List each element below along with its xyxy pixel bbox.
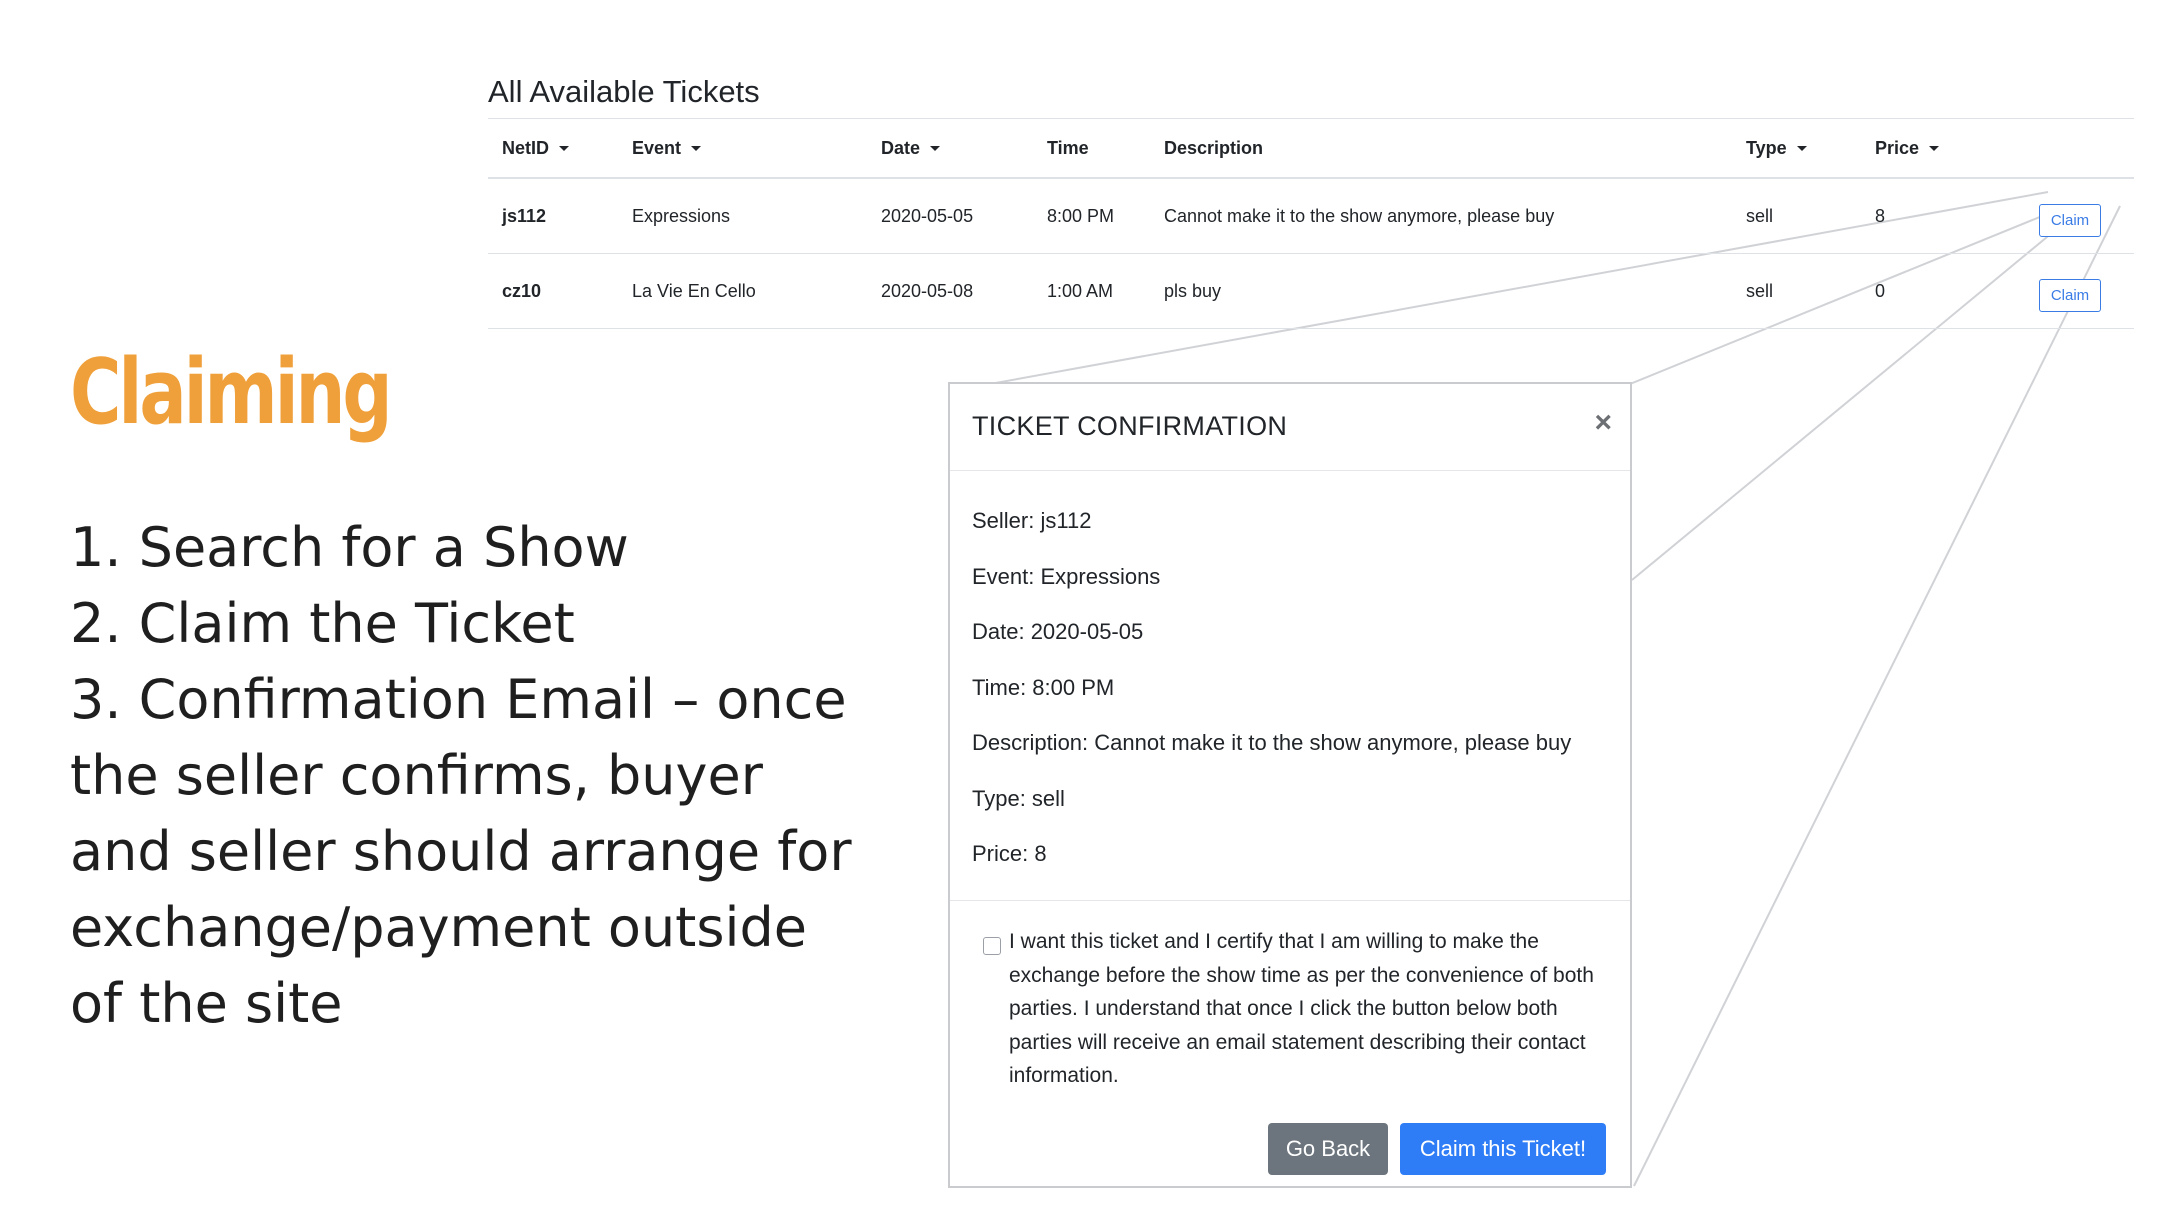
column-header-date[interactable]: Date [867,119,1033,179]
ticket-confirmation-modal: TICKET CONFIRMATION × Seller: js112 Even… [948,382,1632,1188]
modal-body: Seller: js112 Event: Expressions Date: 2… [950,471,1630,901]
cell-event: Expressions [618,178,867,254]
close-icon[interactable]: × [1594,408,1612,438]
sort-caret-icon [1929,146,1940,152]
cell-netid: js112 [488,178,618,254]
column-header-netid[interactable]: NetID [488,119,618,179]
tickets-title: All Available Tickets [488,66,2134,119]
sort-caret-icon [559,146,570,152]
modal-footer: I want this ticket and I certify that I … [950,901,1630,1187]
step-item: 3. Confirmation Email – once the seller … [70,668,852,1035]
detail-price: Price: 8 [972,841,1047,866]
claim-button[interactable]: Claim [2039,203,2101,237]
cell-price: 0 [1861,253,2025,329]
cell-description: Cannot make it to the show anymore, plea… [1150,178,1732,254]
modal-header: TICKET CONFIRMATION × [950,384,1630,471]
sort-caret-icon [1796,146,1807,152]
sort-caret-icon [691,146,702,152]
step-item: 1. Search for a Show [70,516,629,579]
column-header-type[interactable]: Type [1732,119,1861,179]
table-row: js112 Expressions 2020-05-05 8:00 PM Can… [488,178,2134,254]
cell-price: 8 [1861,178,2025,254]
table-header-row: NetID Event Date Time Description Type P… [488,119,2134,179]
consent-checkbox[interactable] [983,937,1001,955]
connector-line [1633,205,2121,1187]
cell-time: 8:00 PM [1033,178,1150,254]
steps-list: 1. Search for a Show 2. Claim the Ticket… [70,510,870,1042]
cell-time: 1:00 AM [1033,253,1150,329]
column-header-time: Time [1033,119,1150,179]
cell-date: 2020-05-05 [867,178,1033,254]
cell-description: pls buy [1150,253,1732,329]
column-header-event[interactable]: Event [618,119,867,179]
go-back-button[interactable]: Go Back [1268,1123,1388,1175]
claim-ticket-button[interactable]: Claim this Ticket! [1400,1123,1606,1175]
column-header-description: Description [1150,119,1732,179]
column-header-action [2025,119,2134,179]
consent-text: I want this ticket and I certify that I … [1009,930,1594,1087]
detail-event: Event: Expressions [972,563,1161,589]
modal-title: TICKET CONFIRMATION [972,411,1288,441]
claim-button[interactable]: Claim [2039,278,2101,312]
tickets-table: NetID Event Date Time Description Type P… [488,119,2134,329]
step-item: 2. Claim the Ticket [70,592,575,655]
cell-type: sell [1732,253,1861,329]
detail-type: Type: sell [972,785,1065,811]
cell-action: Claim [2025,253,2134,329]
cell-netid: cz10 [488,253,618,329]
cell-date: 2020-05-08 [867,253,1033,329]
cell-event: La Vie En Cello [618,253,867,329]
detail-seller: Seller: js112 [972,508,1092,533]
detail-description: Description: Cannot make it to the show … [972,730,1572,755]
cell-type: sell [1732,178,1861,254]
table-row: cz10 La Vie En Cello 2020-05-08 1:00 AM … [488,253,2134,329]
slide-heading: Claiming [70,340,393,445]
detail-date: Date: 2020-05-05 [972,619,1144,644]
cell-action: Claim [2025,178,2134,254]
detail-time: Time: 8:00 PM [972,674,1115,700]
sort-caret-icon [930,146,941,152]
tickets-panel: All Available Tickets NetID Event Date T… [488,66,2134,329]
column-header-price[interactable]: Price [1861,119,2025,179]
